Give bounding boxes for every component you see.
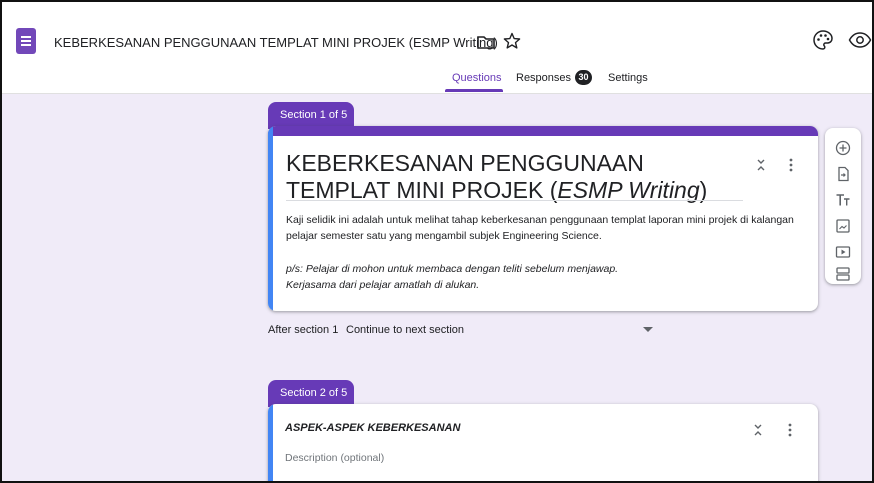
form-description-note-2: Kerjasama dari pelajar amatlah di alukan…	[286, 279, 480, 291]
more-options-icon[interactable]	[783, 157, 799, 173]
folder-icon[interactable]	[476, 33, 496, 51]
palette-icon[interactable]	[812, 29, 834, 51]
dropdown-arrow-icon[interactable]	[643, 327, 653, 333]
section-2-card[interactable]: ASPEK-ASPEK KEBERKESANAN Description (op…	[268, 404, 818, 481]
document-title[interactable]: KEBERKESANAN PENGGUNAAN TEMPLAT MINI PRO…	[54, 35, 498, 50]
form-description-note-1: p/s: Pelajar di mohon untuk membaca deng…	[286, 263, 619, 275]
title-underline	[286, 200, 743, 201]
form-description[interactable]: Kaji selidik ini adalah untuk melihat ta…	[286, 212, 806, 244]
floating-toolbar	[825, 128, 861, 284]
header: KEBERKESANAN PENGGUNAAN TEMPLAT MINI PRO…	[2, 2, 872, 94]
preview-eye-icon[interactable]	[848, 30, 872, 50]
section-2-description-input[interactable]: Description (optional)	[285, 452, 384, 464]
section-2-title[interactable]: ASPEK-ASPEK KEBERKESANAN	[285, 422, 460, 434]
tab-active-indicator	[445, 89, 503, 92]
focus-indicator	[268, 126, 273, 311]
add-video-icon[interactable]	[835, 244, 851, 260]
add-image-icon[interactable]	[835, 218, 851, 234]
after-section-label: After section 1	[268, 324, 339, 336]
star-icon[interactable]	[502, 31, 522, 51]
section-1-label: Section 1 of 5	[268, 102, 354, 129]
add-title-icon[interactable]	[835, 192, 851, 208]
tab-questions[interactable]: Questions	[452, 72, 502, 84]
section-2-label: Section 2 of 5	[268, 380, 354, 407]
section-1-accent-bar	[268, 126, 818, 136]
more-options-icon[interactable]	[782, 422, 798, 438]
app-frame: KEBERKESANAN PENGGUNAAN TEMPLAT MINI PRO…	[0, 0, 874, 483]
collapse-section-icon[interactable]	[750, 422, 766, 438]
responses-count-badge: 30	[575, 70, 592, 85]
add-question-icon[interactable]	[835, 140, 851, 156]
collapse-section-icon[interactable]	[753, 157, 769, 173]
forms-logo-icon[interactable]	[16, 28, 36, 54]
tab-settings[interactable]: Settings	[608, 72, 648, 84]
import-questions-icon[interactable]	[835, 166, 851, 182]
form-title[interactable]: KEBERKESANAN PENGGUNAAN TEMPLAT MINI PRO…	[286, 150, 726, 204]
tab-responses[interactable]: Responses	[516, 72, 571, 84]
after-section-dropdown[interactable]: Continue to next section	[346, 324, 464, 336]
focus-indicator	[268, 404, 273, 481]
add-section-icon[interactable]	[835, 266, 851, 282]
section-1-card[interactable]: KEBERKESANAN PENGGUNAAN TEMPLAT MINI PRO…	[268, 126, 818, 311]
